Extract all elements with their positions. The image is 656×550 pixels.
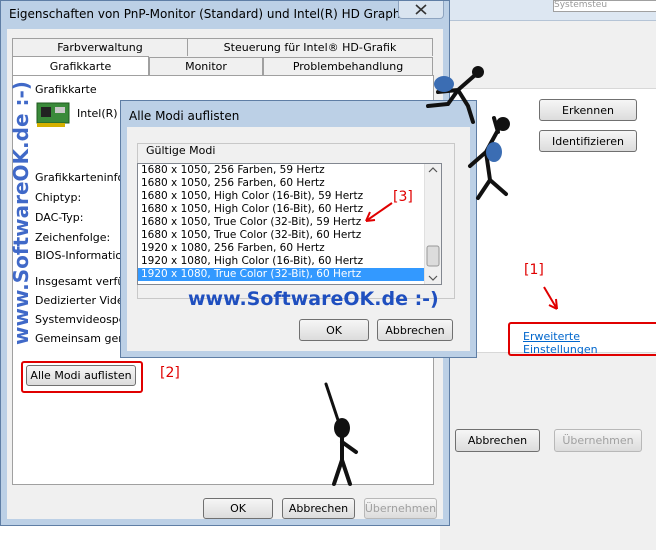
identify-button[interactable]: Identifizieren (539, 130, 637, 152)
scroll-down-icon (428, 275, 438, 281)
highlight-box-1 (508, 322, 656, 356)
banner-watermark: www.SoftwareOK.de :-) (188, 288, 439, 310)
arrow-1-icon (543, 286, 558, 310)
dialog-title: Alle Modi auflisten (129, 109, 240, 123)
pointing-figure-icon (324, 382, 358, 486)
modes-listbox[interactable]: 1680 x 1050, 256 Farben, 59 Hertz 1680 x… (137, 163, 442, 285)
vertical-watermark: www.SoftwareOK.de :-) (4, 70, 36, 350)
group-label-grafikkarte: Grafikkarte (35, 83, 97, 96)
ok-button[interactable]: OK (203, 498, 273, 519)
arrow-3-icon (365, 202, 393, 222)
detect-button[interactable]: Erkennen (539, 99, 637, 121)
annotation-2: [2] (160, 365, 180, 381)
search-input[interactable]: Systemsteu (553, 0, 656, 12)
close-button[interactable] (398, 1, 444, 19)
dialog-ok-button[interactable]: OK (299, 319, 369, 341)
annotation-1: [1] (524, 262, 544, 278)
list-item[interactable]: 1680 x 1050, 256 Farben, 59 Hertz (138, 164, 441, 177)
valid-modes-label: Gültige Modi (144, 144, 218, 157)
info-label-string: Zeichenfolge: (35, 231, 111, 244)
list-item[interactable]: 1920 x 1080, 256 Farben, 60 Hertz (138, 242, 441, 255)
bg-cancel-button[interactable]: Abbrechen (455, 429, 540, 452)
bg-apply-button[interactable]: Übernehmen (554, 429, 642, 452)
dialog-cancel-button[interactable]: Abbrechen (377, 319, 453, 341)
info-label-chiptype: Chiptyp: (35, 191, 82, 204)
list-item[interactable]: 1680 x 1050, True Color (32-Bit), 60 Her… (138, 229, 441, 242)
background-titlebar: Systemsteu (440, 0, 656, 21)
graphics-card-icon (36, 102, 70, 127)
window-title: Eigenschaften von PnP-Monitor (Standard)… (9, 7, 417, 21)
mem-label-total: Insgesamt verfüg (35, 275, 132, 288)
info-label-bios: BIOS-Information (35, 249, 130, 262)
climbing-figures-icon (426, 66, 510, 200)
list-item[interactable]: 1920 x 1080, High Color (16-Bit), 60 Her… (138, 255, 441, 268)
vertical-watermark-text: www.SoftwareOK.de :-) (9, 81, 33, 345)
cancel-button[interactable]: Abbrechen (282, 498, 355, 519)
list-all-modes-button[interactable]: Alle Modi auflisten (26, 365, 136, 386)
close-icon (415, 4, 427, 15)
apply-button[interactable]: Übernehmen (364, 498, 437, 519)
scroll-thumb (426, 245, 440, 267)
tab-farbverwaltung[interactable]: Farbverwaltung (12, 38, 188, 56)
info-label-dactype: DAC-Typ: (35, 211, 84, 224)
list-item-selected[interactable]: 1920 x 1080, True Color (32-Bit), 60 Her… (138, 268, 441, 281)
tab-monitor[interactable]: Monitor (149, 57, 263, 75)
tab-intel-graphics[interactable]: Steuerung für Intel® HD-Grafik (187, 38, 433, 56)
